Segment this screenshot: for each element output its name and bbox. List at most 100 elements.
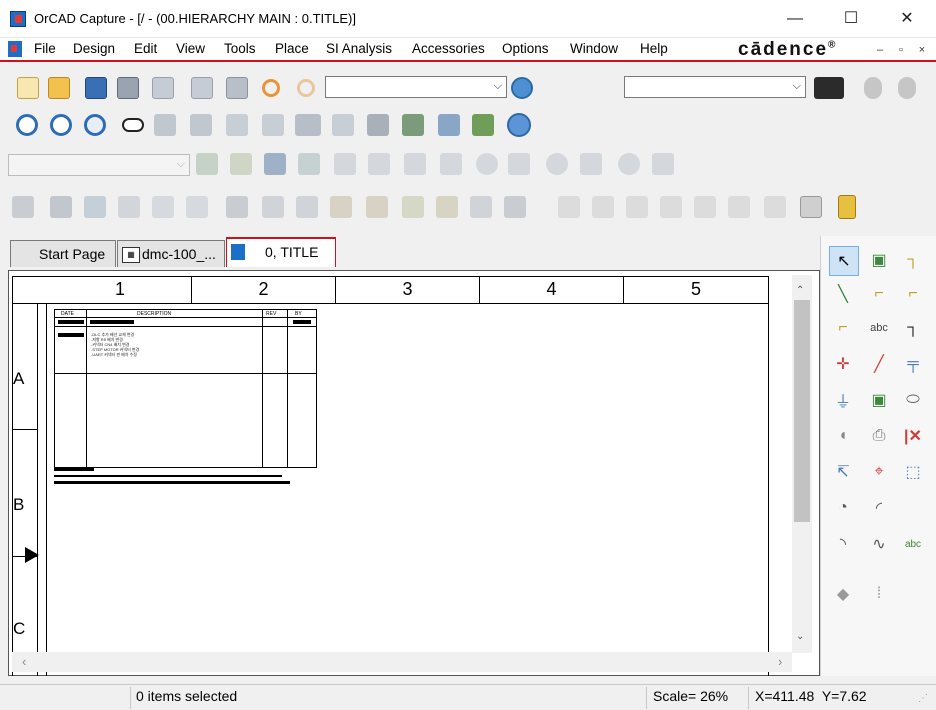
copy-icon[interactable]	[191, 77, 213, 99]
tag-icon[interactable]	[330, 196, 352, 218]
auto-wire-two-points-icon[interactable]: ⌐	[865, 280, 893, 308]
place-pin-array-icon[interactable]: ⁞	[865, 580, 893, 608]
help-icon[interactable]	[507, 113, 531, 137]
drc-icon[interactable]	[226, 114, 248, 136]
vertical-scroll-thumb[interactable]	[794, 300, 810, 522]
place-elliptical-arc-icon[interactable]: ◝	[829, 530, 857, 558]
distribute-horizontal-icon[interactable]	[764, 196, 786, 218]
place-net-group-icon[interactable]: ╲	[829, 280, 857, 308]
menu-window[interactable]: Window	[570, 41, 618, 56]
tag-yellow-icon[interactable]	[838, 195, 856, 219]
edit-properties-icon[interactable]	[402, 196, 424, 218]
save-icon[interactable]	[85, 77, 107, 99]
place-part-icon[interactable]: ▣	[865, 246, 893, 274]
tab-title[interactable]: 0, TITLE	[226, 237, 336, 267]
scroll-right-icon[interactable]: ›	[778, 654, 782, 669]
annotate-icon[interactable]	[154, 114, 176, 136]
place-database-part-icon[interactable]	[50, 196, 72, 218]
place-rectangle-icon[interactable]: ⬚	[899, 458, 927, 486]
net-group-icon[interactable]	[186, 196, 208, 218]
place-arc-icon[interactable]: ◜	[865, 494, 893, 522]
align-right-icon[interactable]	[626, 196, 648, 218]
export-icon[interactable]	[262, 196, 284, 218]
place-bezier-icon[interactable]: ∿	[865, 530, 893, 558]
minimize-button[interactable]: —	[772, 0, 818, 38]
menu-edit[interactable]: Edit	[134, 41, 157, 56]
zoom-in-icon[interactable]	[16, 114, 38, 136]
view-results-icon[interactable]	[298, 153, 320, 175]
place-pin-icon[interactable]: ◖	[829, 422, 857, 450]
menu-design[interactable]: Design	[73, 41, 115, 56]
distribute-vertical-icon[interactable]	[800, 196, 822, 218]
power-level-icon[interactable]	[652, 153, 674, 175]
bias-power-icon[interactable]	[618, 153, 640, 175]
menu-file[interactable]: File	[34, 41, 56, 56]
undo-icon[interactable]	[262, 79, 280, 97]
table-icon[interactable]	[504, 196, 526, 218]
place-line-icon[interactable]: ↸	[829, 458, 857, 486]
eye-icon[interactable]	[122, 118, 144, 132]
filter-icon[interactable]	[296, 196, 318, 218]
place-hierarchical-block-icon[interactable]: ▣	[865, 386, 893, 414]
document-icon[interactable]	[8, 41, 22, 57]
menu-accessories[interactable]: Accessories	[412, 41, 485, 56]
new-simulation-icon[interactable]	[196, 153, 218, 175]
tab-start-page[interactable]: Start Page	[10, 240, 116, 267]
align-center-icon[interactable]	[592, 196, 614, 218]
place-ieee-symbol-icon[interactable]: ◆	[829, 580, 857, 608]
paste-icon[interactable]	[226, 77, 248, 99]
voltage-level-icon[interactable]	[508, 153, 530, 175]
menu-view[interactable]: View	[176, 41, 205, 56]
marker-icon[interactable]	[334, 153, 356, 175]
constraint-icon[interactable]	[118, 196, 140, 218]
place-junction-icon[interactable]: ✛	[829, 350, 857, 378]
align-bottom-icon[interactable]	[728, 196, 750, 218]
bias-voltage-icon[interactable]	[476, 153, 498, 175]
mdi-restore-button[interactable]: ▫	[893, 42, 909, 58]
menu-options[interactable]: Options	[502, 41, 549, 56]
maximize-button[interactable]: ☐	[828, 0, 874, 38]
menu-help[interactable]: Help	[640, 41, 668, 56]
auto-wire-multi-icon[interactable]: ⌐	[899, 280, 927, 308]
close-button[interactable]: ✕	[884, 0, 930, 38]
place-net-alias-icon[interactable]: abc	[865, 314, 893, 342]
cross-reference-icon[interactable]	[295, 114, 321, 136]
cross-probe-icon[interactable]	[226, 196, 248, 218]
zoom-area-icon[interactable]	[84, 114, 106, 136]
menu-si-analysis[interactable]: SI Analysis	[326, 41, 392, 56]
search-combo[interactable]: ⌵	[624, 76, 806, 98]
align-left-icon[interactable]	[558, 196, 580, 218]
search-parts-icon[interactable]	[511, 77, 533, 99]
place-off-page-connector-icon[interactable]: ⎙	[865, 422, 893, 450]
mdi-close-button[interactable]: ×	[914, 42, 930, 58]
scroll-up-icon[interactable]: ⌃	[796, 285, 804, 296]
menu-place[interactable]: Place	[275, 41, 309, 56]
place-bus-entry-icon[interactable]: ╱	[865, 350, 893, 378]
scroll-down-icon[interactable]: ⌄	[796, 631, 804, 642]
export-tag-icon[interactable]	[366, 196, 388, 218]
project-manager-icon[interactable]	[472, 114, 494, 136]
send-icon[interactable]	[470, 196, 492, 218]
bias-current-icon[interactable]	[546, 153, 568, 175]
pcb-editor-icon[interactable]	[12, 196, 34, 218]
place-text-icon[interactable]: abc	[899, 530, 927, 558]
bill-of-materials-icon[interactable]	[332, 114, 354, 136]
edit-simulation-icon[interactable]	[230, 153, 252, 175]
part-combo[interactable]: ⌵	[325, 76, 507, 98]
redo-icon[interactable]	[297, 79, 315, 97]
drag-connected-icon[interactable]	[438, 114, 460, 136]
place-ground-icon[interactable]: ⏚	[829, 386, 857, 414]
zoom-out-icon[interactable]	[50, 114, 72, 136]
variant-icon[interactable]	[84, 196, 106, 218]
netlist-icon[interactable]	[262, 114, 284, 136]
cut-icon[interactable]	[152, 77, 174, 99]
align-middle-icon[interactable]	[694, 196, 716, 218]
tab-dmc-100[interactable]: ▦ dmc-100_...	[117, 240, 225, 267]
new-icon[interactable]	[17, 77, 39, 99]
align-top-icon[interactable]	[660, 196, 682, 218]
diff-pair-icon[interactable]	[152, 196, 174, 218]
simulation-profile-combo[interactable]: ⌵	[8, 154, 190, 176]
place-wire-icon[interactable]: ┐	[899, 246, 927, 274]
edit-notes-icon[interactable]	[436, 196, 458, 218]
current-level-icon[interactable]	[580, 153, 602, 175]
